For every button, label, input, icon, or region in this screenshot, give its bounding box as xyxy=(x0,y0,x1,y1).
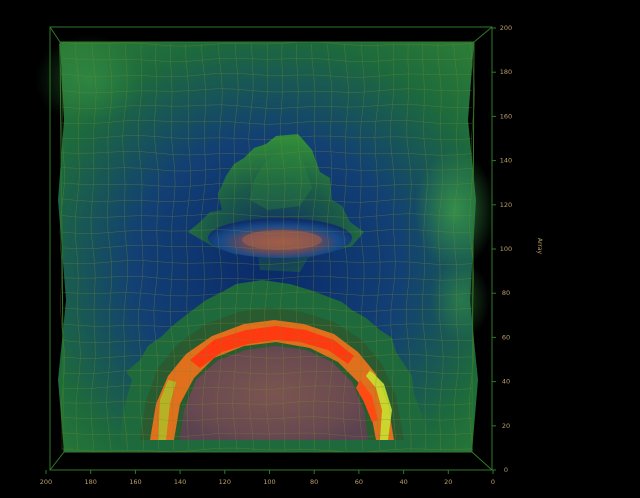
y-tick-label: 200 xyxy=(500,24,512,32)
y-tick-label: 20 xyxy=(502,422,510,430)
y-tick-label: 0 xyxy=(504,466,508,474)
right-low-highlight xyxy=(430,260,490,340)
x-tick-label: 0 xyxy=(491,478,495,486)
y-axis: 0 20 40 60 80 100 120 140 160 180 200 xyxy=(492,24,512,474)
x-tick-label: 100 xyxy=(263,478,275,486)
x-tick-label: 160 xyxy=(129,478,141,486)
surface-plot: 200 180 160 140 120 100 80 60 40 20 0 020406080100… xyxy=(35,24,543,486)
y-tick-label: 140 xyxy=(500,157,512,165)
x-tick-label: 120 xyxy=(219,478,231,486)
x-tick-label: 60 xyxy=(355,478,363,486)
x-tick-label: 80 xyxy=(310,478,318,486)
y-tick-label: 60 xyxy=(502,333,510,341)
x-tick-label: 140 xyxy=(174,478,186,486)
x-tick-label: 180 xyxy=(84,478,96,486)
y-tick-label: 40 xyxy=(502,378,510,386)
y-tick-label: 100 xyxy=(500,245,512,253)
y-tick-label: 180 xyxy=(500,68,512,76)
left-top-highlight xyxy=(35,35,145,125)
y-tick-label: 160 xyxy=(500,112,512,120)
y-axis-label: Array xyxy=(536,238,543,255)
x-tick-label: 200 xyxy=(40,478,52,486)
x-axis: 200 180 160 140 120 100 80 60 40 20 0 xyxy=(40,470,495,486)
x-tick-label: 40 xyxy=(399,478,407,486)
x-tick-label: 20 xyxy=(444,478,452,486)
y-tick-label: 80 xyxy=(502,289,510,297)
y-tick-label: 120 xyxy=(500,201,512,209)
